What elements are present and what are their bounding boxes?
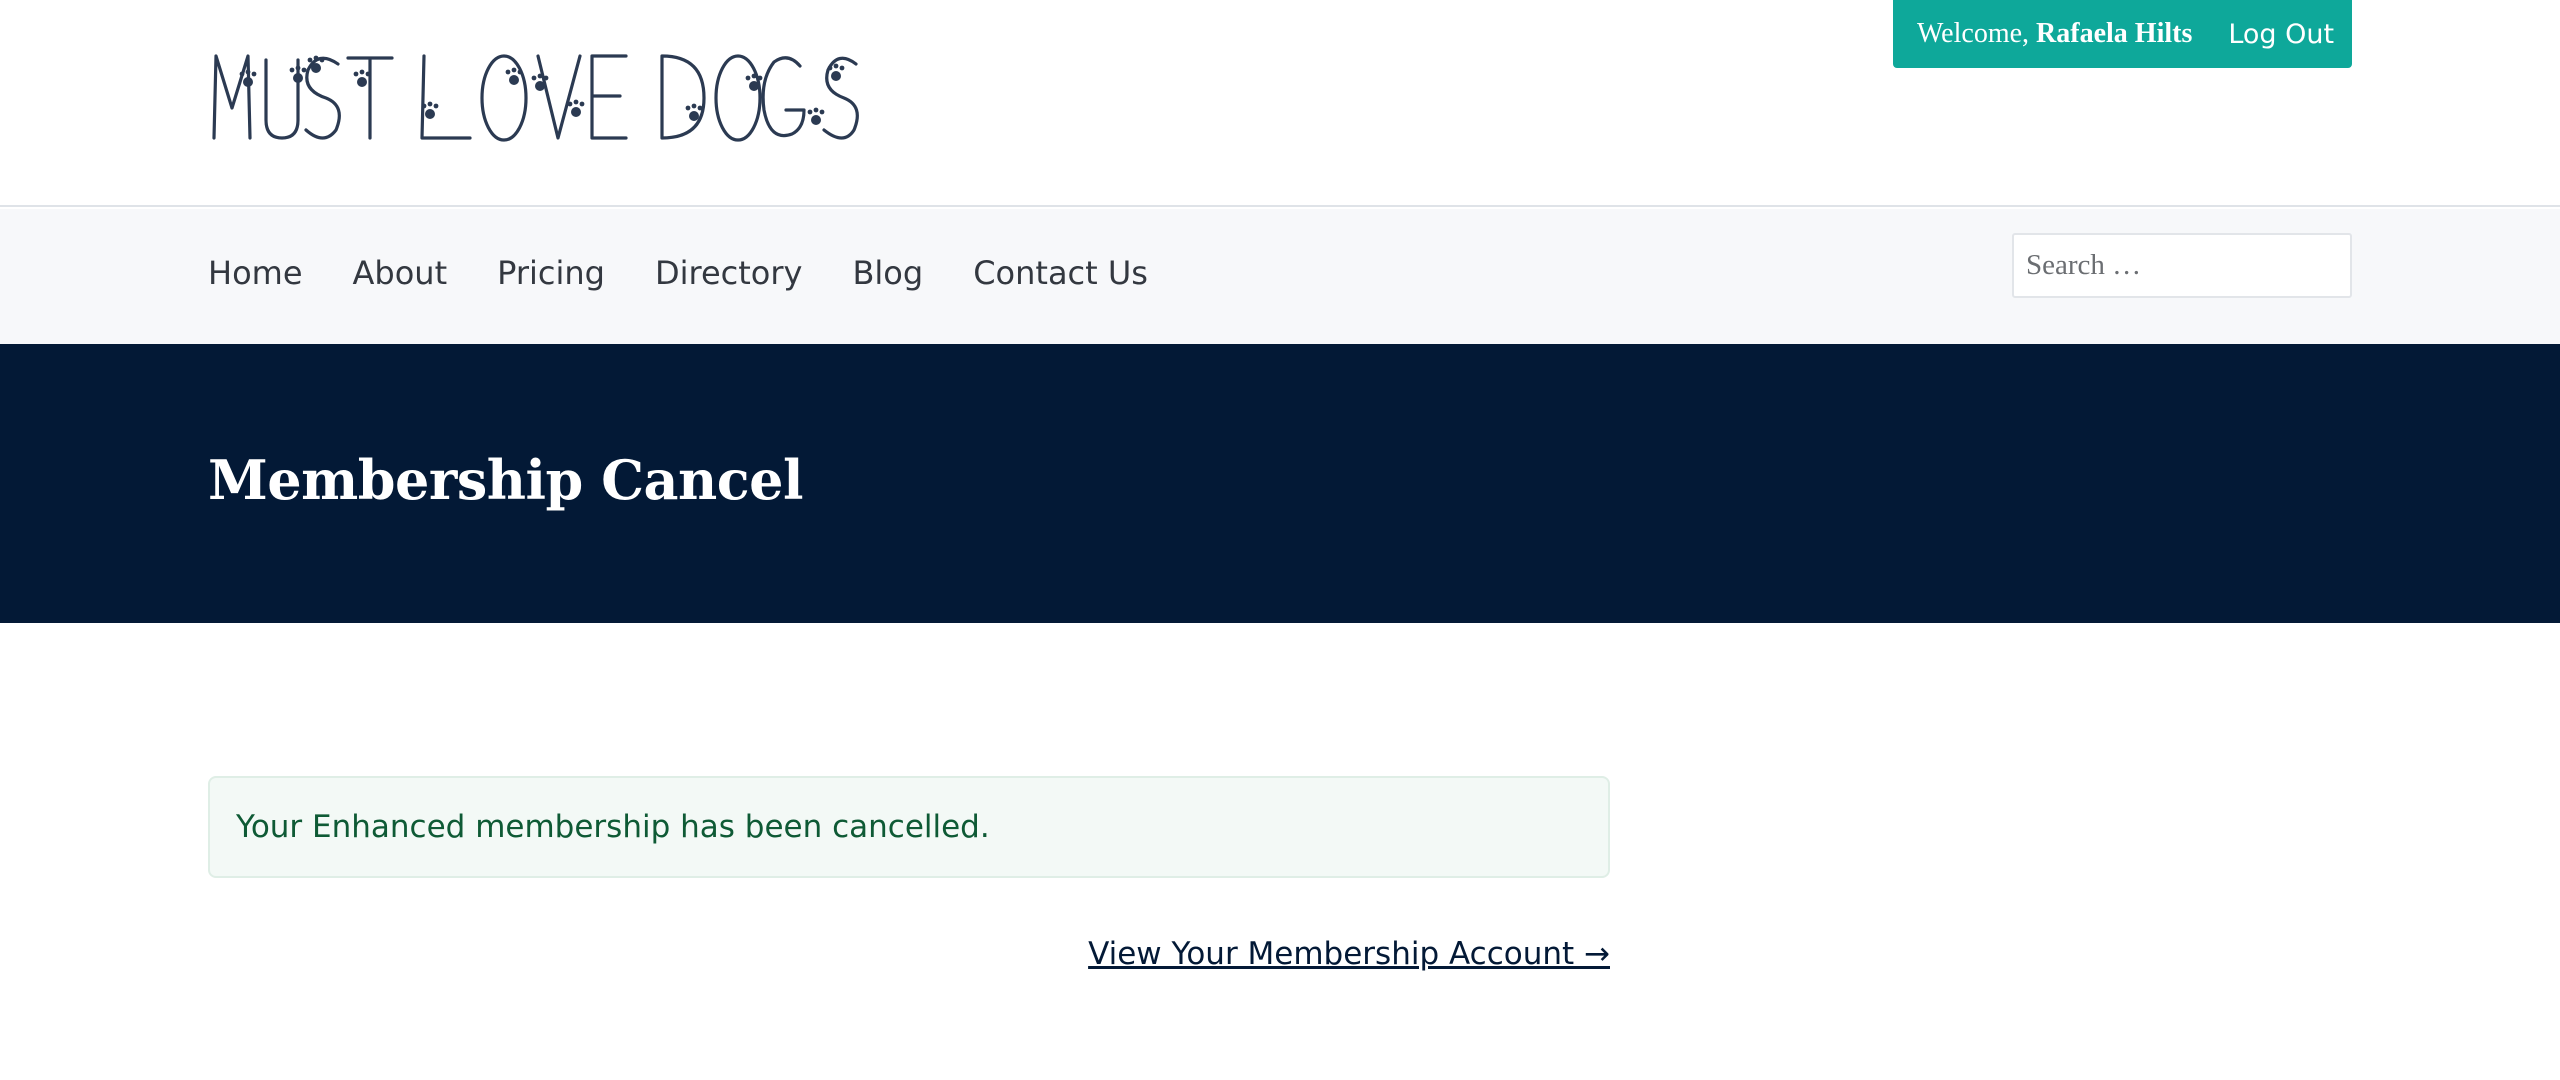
welcome-prefix: Welcome, xyxy=(1917,18,2037,49)
nav-item-directory: Directory xyxy=(655,254,802,292)
nav-item-home: Home xyxy=(208,254,303,292)
search-input[interactable] xyxy=(2012,233,2352,298)
view-membership-account-link[interactable]: View Your Membership Account → xyxy=(1088,936,1610,972)
nav-item-about: About xyxy=(353,254,448,292)
main-navigation: Home About Pricing Directory Blog Contac… xyxy=(0,209,2560,344)
user-name[interactable]: Rafaela Hilts xyxy=(2036,18,2192,49)
site-header: Welcome, Rafaela Hilts Log Out xyxy=(0,0,2560,207)
logo-must-love-dogs xyxy=(212,54,859,142)
nav-item-blog: Blog xyxy=(852,254,923,292)
nav-link-directory[interactable]: Directory xyxy=(655,254,802,292)
nav-link-contact-us[interactable]: Contact Us xyxy=(973,254,1148,292)
nav-item-pricing: Pricing xyxy=(497,254,605,292)
nav-link-blog[interactable]: Blog xyxy=(852,254,923,292)
logout-link[interactable]: Log Out xyxy=(2228,19,2334,50)
welcome-message: Welcome, Rafaela Hilts xyxy=(1917,18,2192,50)
cancel-confirmation-notice: Your Enhanced membership has been cancel… xyxy=(208,776,1610,878)
nav-link-pricing[interactable]: Pricing xyxy=(497,254,605,292)
page-title: Membership Cancel xyxy=(208,448,804,512)
notice-text: Your Enhanced membership has been cancel… xyxy=(236,809,990,845)
site-logo[interactable] xyxy=(208,38,868,148)
user-welcome-bar: Welcome, Rafaela Hilts Log Out xyxy=(1893,0,2352,68)
page-hero: Membership Cancel xyxy=(0,344,2560,623)
nav-link-about[interactable]: About xyxy=(353,254,448,292)
nav-item-contact-us: Contact Us xyxy=(973,254,1148,292)
nav-link-home[interactable]: Home xyxy=(208,254,303,292)
nav-menu: Home About Pricing Directory Blog Contac… xyxy=(208,254,1198,292)
